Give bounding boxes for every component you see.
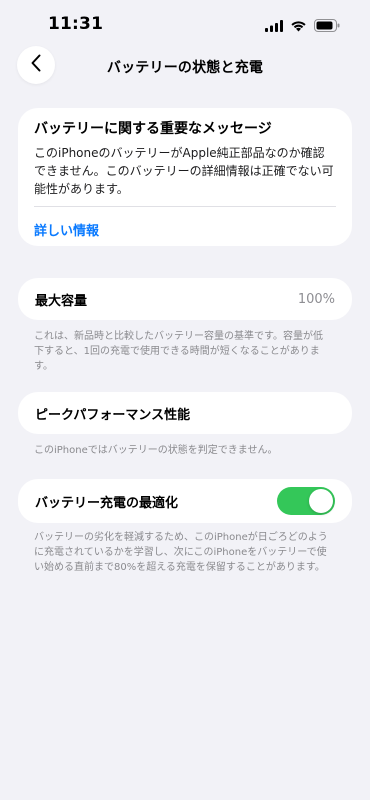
optimized-charging-label: バッテリー充電の最適化 (35, 495, 179, 511)
battery-message-card: バッテリーに関する重要なメッセージ このiPhoneのバッテリーがApple純正… (18, 108, 352, 246)
message-body: このiPhoneのバッテリーがApple純正部品なのか確認できません。このバッテ… (34, 146, 334, 196)
divider (34, 206, 336, 207)
message-title: バッテリーに関する重要なメッセージ (34, 121, 272, 137)
status-bar: 11:31 (0, 0, 370, 50)
page-title: バッテリーの状態と充電 (106, 60, 264, 76)
max-capacity-value: 100% (297, 291, 335, 307)
toggle-knob (309, 489, 333, 513)
max-capacity-label: 最大容量 (35, 293, 88, 309)
learn-more-link[interactable]: 詳しい情報 (34, 220, 336, 239)
optimized-charging-row: バッテリー充電の最適化 (18, 479, 352, 523)
peak-performance-footnote: このiPhoneではバッテリーの状態を判定できません。 (34, 445, 278, 456)
optimized-charging-toggle[interactable] (277, 487, 335, 515)
peak-performance-row: ピークパフォーマンス性能 (18, 392, 352, 434)
wifi-icon (290, 17, 307, 36)
peak-performance-label: ピークパフォーマンス性能 (35, 407, 191, 423)
battery-icon (314, 17, 340, 36)
signal-icon (265, 17, 283, 36)
status-icons (265, 17, 340, 36)
max-capacity-footnote: これは、新品時と比較したバッテリー容量の基準です。容量が低下すると、1回の充電で… (34, 331, 323, 372)
status-time: 11:31 (48, 14, 104, 34)
max-capacity-row: 最大容量 100% (18, 278, 352, 320)
nav-bar: バッテリーの状態と充電 (0, 46, 370, 88)
optimized-charging-footnote: バッテリーの劣化を軽減するため、このiPhoneが日ごろどのように充電されている… (34, 532, 328, 573)
